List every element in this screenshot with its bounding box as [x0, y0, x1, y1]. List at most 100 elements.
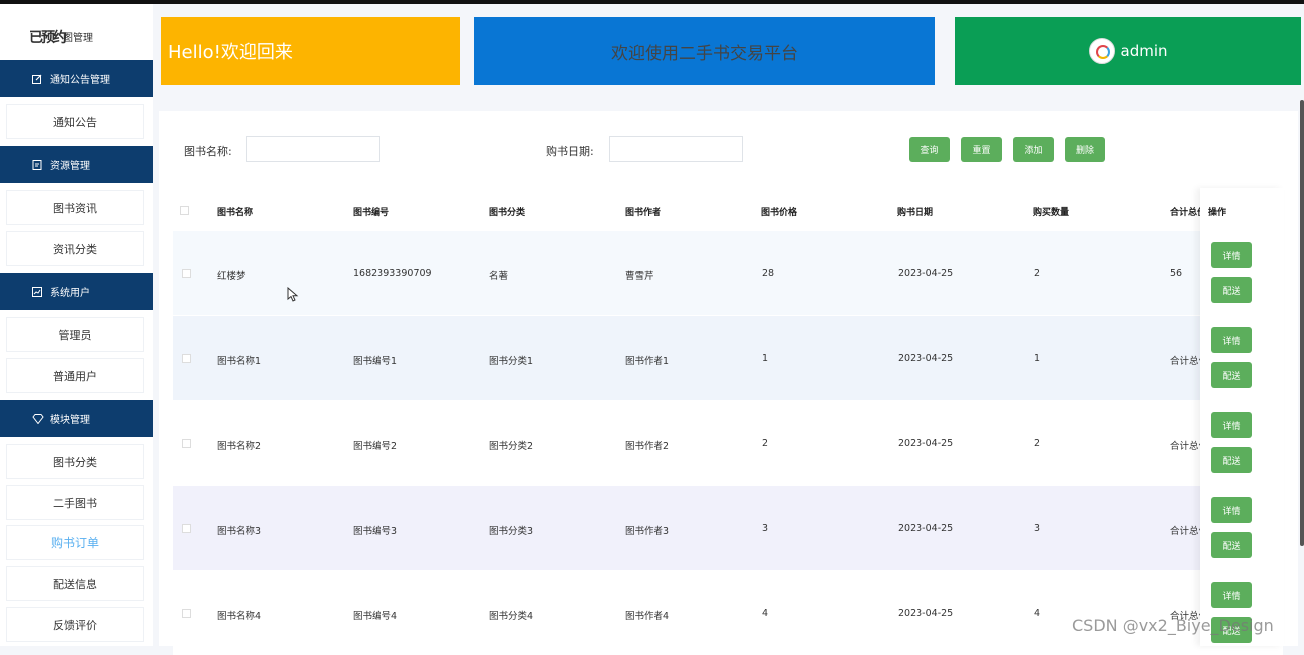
- cell-book-category: 图书分类1: [489, 356, 534, 367]
- book-name-label: 图书名称:: [184, 145, 232, 158]
- table-row[interactable]: [173, 486, 1283, 570]
- detail-button[interactable]: 详情: [1211, 327, 1252, 353]
- cell-book-price: 2: [762, 438, 769, 449]
- page-scrollbar[interactable]: [1300, 100, 1304, 546]
- sidebar-group-resources[interactable]: 资源管理: [0, 146, 153, 183]
- sidebar-item-book-news[interactable]: 图书资讯: [7, 191, 143, 224]
- delivery-button[interactable]: 配送: [1211, 277, 1252, 303]
- header-purchase-date: 购书日期: [897, 208, 934, 218]
- cell-total-price: 合计总价1: [1170, 356, 1200, 367]
- purchase-date-input[interactable]: [609, 136, 743, 162]
- cell-purchase-date: 2023-04-25: [898, 608, 954, 619]
- watermark: CSDN @vx2_Biye_Design: [1072, 616, 1274, 635]
- cell-book-name: 红楼梦: [217, 271, 246, 282]
- delivery-button[interactable]: 配送: [1211, 362, 1252, 388]
- cell-quantity: 2: [1034, 438, 1041, 449]
- row-checkbox[interactable]: [182, 354, 191, 363]
- top-border: [0, 0, 1304, 4]
- chart-icon: [32, 286, 42, 297]
- diamond-icon: [32, 413, 44, 424]
- detail-button[interactable]: 详情: [1211, 242, 1252, 268]
- header-total-price: 合计总价: [1170, 208, 1200, 218]
- cell-book-author: 图书作者3: [625, 526, 670, 537]
- sidebar-item-book-category[interactable]: 图书分类: [7, 445, 143, 478]
- cell-book-author: 图书作者1: [625, 356, 670, 367]
- document-icon: [32, 159, 42, 170]
- row-checkbox[interactable]: [182, 524, 191, 533]
- sidebar-group-modules[interactable]: 模块管理: [0, 400, 153, 437]
- cell-book-name: 图书名称2: [217, 441, 262, 452]
- sidebar-item-users[interactable]: 普通用户: [7, 359, 143, 392]
- sidebar-item-admin[interactable]: 管理员: [7, 318, 143, 351]
- cell-book-category: 图书分类4: [489, 611, 534, 622]
- cell-book-price: 4: [762, 608, 769, 619]
- cell-purchase-date: 2023-04-25: [898, 268, 954, 279]
- header-book-price: 图书价格: [761, 208, 798, 218]
- cell-total-price: 合计总价3: [1170, 526, 1200, 537]
- cell-book-author: 曹雪芹: [625, 271, 654, 282]
- table-row[interactable]: [173, 401, 1283, 485]
- cell-quantity: 4: [1034, 608, 1041, 619]
- delete-button[interactable]: 删除: [1065, 137, 1105, 162]
- table-row[interactable]: [173, 571, 1283, 655]
- query-button[interactable]: 查询: [909, 137, 950, 162]
- cell-total-price: 合计总价2: [1170, 441, 1200, 452]
- cell-book-number: 图书编号4: [353, 611, 398, 622]
- edit-icon: [32, 74, 42, 84]
- cell-book-name: 图书名称1: [217, 356, 262, 367]
- cell-book-number: 1682393390709: [353, 268, 432, 279]
- sidebar-item-orders[interactable]: 购书订单: [7, 526, 143, 559]
- detail-button[interactable]: 详情: [1211, 582, 1252, 608]
- reset-button[interactable]: 重置: [961, 137, 1002, 162]
- header-book-category: 图书分类: [489, 208, 526, 218]
- cell-book-price: 28: [762, 268, 775, 279]
- sidebar-item-used-books[interactable]: 二手图书: [7, 486, 143, 519]
- delivery-button[interactable]: 配送: [1211, 447, 1252, 473]
- cell-book-number: 图书编号2: [353, 441, 398, 452]
- add-button[interactable]: 添加: [1013, 137, 1054, 162]
- platform-banner: 欢迎使用二手书交易平台: [474, 17, 935, 85]
- cell-purchase-date: 2023-04-25: [898, 523, 954, 534]
- row-checkbox[interactable]: [182, 609, 191, 618]
- table-row[interactable]: [173, 231, 1283, 315]
- sidebar-group-notice[interactable]: 通知公告管理: [0, 60, 153, 97]
- table-row[interactable]: [173, 316, 1283, 400]
- sidebar-item-news-category[interactable]: 资讯分类: [7, 232, 143, 265]
- avatar[interactable]: [1088, 38, 1115, 64]
- row-checkbox[interactable]: [182, 269, 191, 278]
- sidebar-item-delivery[interactable]: 配送信息: [7, 567, 143, 600]
- cell-purchase-date: 2023-04-25: [898, 353, 954, 364]
- cell-book-name: 图书名称4: [217, 611, 262, 622]
- sidebar: 已预约 图管理 通知公告管理 通知公告 资源管理 图书资讯 资讯分类 系统用户 …: [0, 4, 153, 646]
- select-all-checkbox[interactable]: [180, 206, 189, 215]
- cell-book-price: 1: [762, 353, 769, 364]
- cell-book-name: 图书名称3: [217, 526, 262, 537]
- cell-book-author: 图书作者2: [625, 441, 670, 452]
- cell-quantity: 1: [1034, 353, 1041, 364]
- detail-button[interactable]: 详情: [1211, 412, 1252, 438]
- cell-book-number: 图书编号1: [353, 356, 398, 367]
- welcome-banner: Hello!欢迎回来: [161, 17, 460, 85]
- sidebar-group-system-users[interactable]: 系统用户: [0, 273, 153, 310]
- cell-book-price: 3: [762, 523, 769, 534]
- detail-button[interactable]: 详情: [1211, 497, 1252, 523]
- cell-book-category: 图书分类2: [489, 441, 534, 452]
- cell-book-category: 名著: [489, 271, 509, 282]
- user-banner[interactable]: admin: [955, 17, 1301, 85]
- header-book-name: 图书名称: [217, 208, 254, 218]
- sidebar-item-feedback[interactable]: 反馈评价: [7, 608, 143, 641]
- book-name-input[interactable]: [246, 136, 380, 162]
- header-book-author: 图书作者: [625, 208, 662, 218]
- cell-book-author: 图书作者4: [625, 611, 670, 622]
- cell-purchase-date: 2023-04-25: [898, 438, 954, 449]
- row-checkbox[interactable]: [182, 439, 191, 448]
- purchase-date-label: 购书日期:: [546, 145, 594, 158]
- sidebar-item-booking-management[interactable]: 已预约 图管理: [7, 20, 143, 53]
- username: admin: [1120, 42, 1168, 60]
- sidebar-item-notice[interactable]: 通知公告: [7, 105, 143, 138]
- mouse-cursor-icon: [287, 287, 299, 302]
- header-operations: 操作: [1208, 208, 1227, 218]
- header-book-number: 图书编号: [353, 208, 390, 218]
- cell-quantity: 3: [1034, 523, 1041, 534]
- delivery-button[interactable]: 配送: [1211, 532, 1252, 558]
